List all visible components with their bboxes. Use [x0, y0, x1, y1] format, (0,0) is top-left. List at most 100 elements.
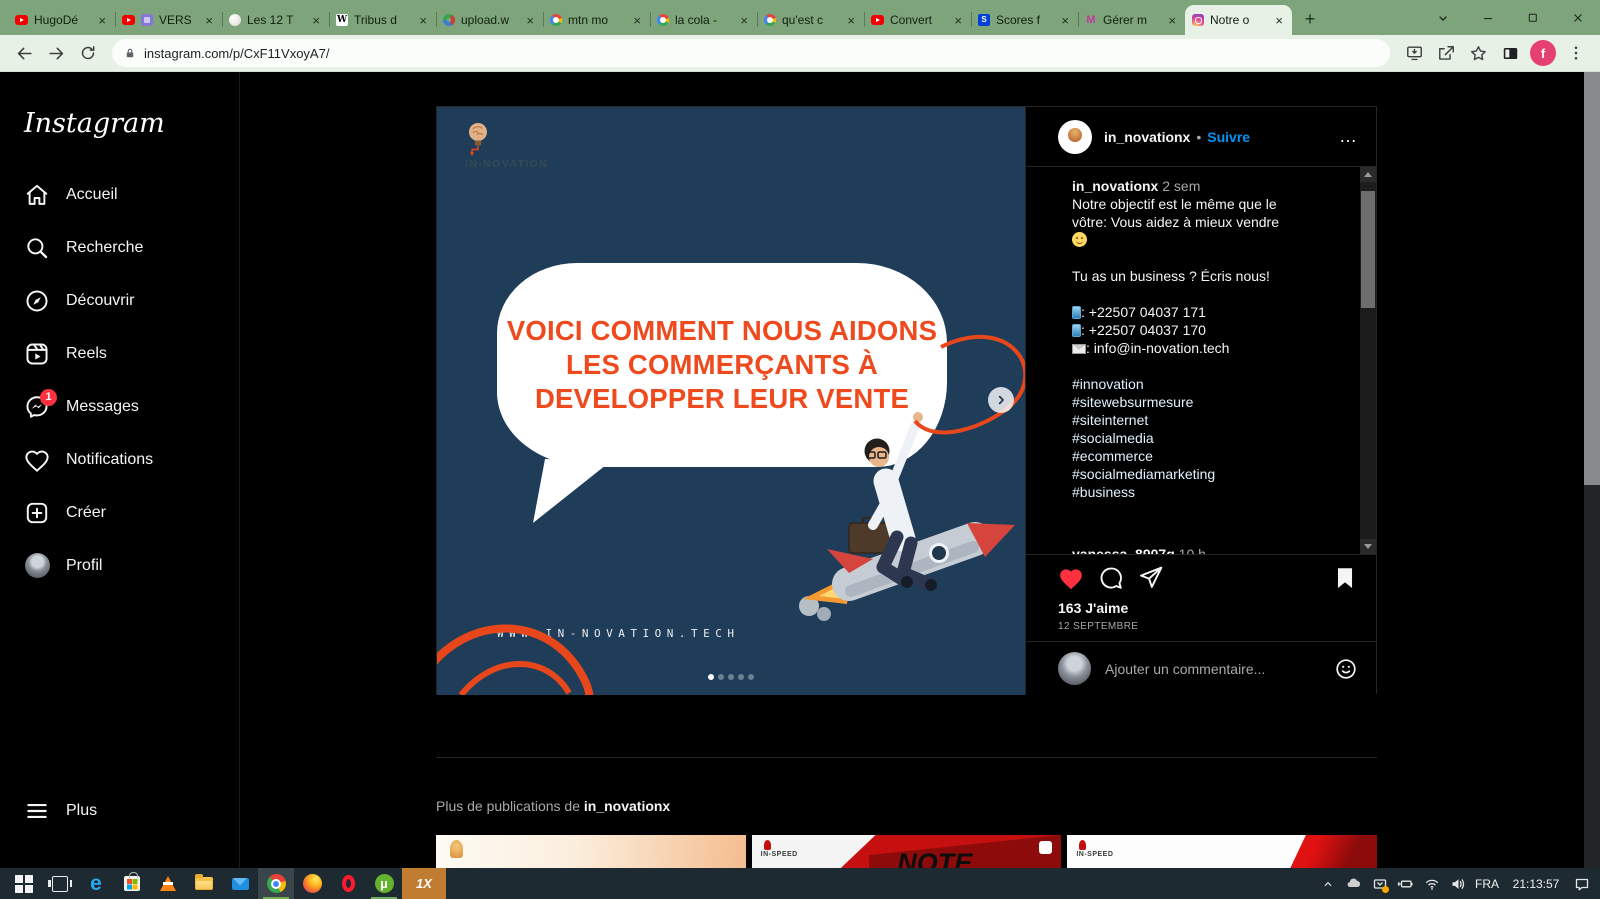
opera-taskbar-icon[interactable]	[330, 868, 366, 899]
sidebar-item-notifications[interactable]: Notifications	[0, 433, 240, 486]
hashtag-link[interactable]: #sitewebsurmesure	[1072, 393, 1296, 411]
tab-close-icon[interactable]: ×	[524, 13, 536, 28]
rotation-lock-icon[interactable]	[1371, 876, 1388, 892]
browser-tab[interactable]: upload.w×	[436, 5, 543, 35]
browser-tab[interactable]: Notre o×	[1185, 5, 1292, 35]
clock[interactable]: 21:13:57	[1508, 877, 1564, 891]
action-center-icon[interactable]	[1573, 876, 1590, 892]
install-icon[interactable]	[1398, 37, 1430, 69]
share-post-icon[interactable]	[1138, 565, 1164, 591]
browser-tab[interactable]: Convert×	[864, 5, 971, 35]
post-options-icon[interactable]: …	[1339, 126, 1358, 147]
carousel-dot[interactable]	[748, 674, 754, 680]
sidebar-item-accueil[interactable]: Accueil	[0, 168, 240, 221]
sidebar-item-profil[interactable]: Profil	[0, 539, 240, 592]
tab-close-icon[interactable]: ×	[1059, 13, 1071, 28]
tab-search-chevron-icon[interactable]	[1420, 0, 1465, 35]
volume-icon[interactable]	[1449, 876, 1466, 892]
tab-close-icon[interactable]: ×	[1273, 13, 1285, 28]
sidebar-item-plus[interactable]: Plus	[24, 798, 97, 824]
utorrent-taskbar-icon[interactable]: µ	[366, 868, 402, 899]
carousel-next-button[interactable]	[988, 387, 1014, 413]
tab-close-icon[interactable]: ×	[310, 13, 322, 28]
url-bar[interactable]: instagram.com/p/CxF11VxoyA7/	[112, 39, 1390, 67]
tab-close-icon[interactable]: ×	[952, 13, 964, 28]
sidebar-item-messages[interactable]: 1Messages	[0, 380, 240, 433]
tab-close-icon[interactable]: ×	[96, 13, 108, 28]
window-scrollbar-thumb[interactable]	[1584, 72, 1600, 485]
tab-close-icon[interactable]: ×	[1166, 13, 1178, 28]
more-post-thumbnail[interactable]: IN-SPEED	[1067, 835, 1377, 868]
follow-button[interactable]: Suivre	[1207, 129, 1250, 145]
more-posts-username[interactable]: in_novationx	[584, 798, 670, 814]
browser-tab[interactable]: mtn mo×	[543, 5, 650, 35]
tray-chevron-icon[interactable]	[1319, 876, 1336, 892]
carousel-dot[interactable]	[738, 674, 744, 680]
hashtag-link[interactable]: #socialmediamarketing	[1072, 465, 1296, 483]
browser-tab[interactable]: qu'est c×	[757, 5, 864, 35]
browser-tab[interactable]: MGérer m×	[1078, 5, 1185, 35]
scrollbar-thumb[interactable]	[1361, 191, 1375, 308]
scroll-up-icon[interactable]	[1360, 167, 1376, 182]
like-icon[interactable]	[1058, 565, 1084, 591]
minimize-button[interactable]	[1465, 0, 1510, 35]
hashtag-link[interactable]: #ecommerce	[1072, 447, 1296, 465]
browser-tab[interactable]: la cola -×	[650, 5, 757, 35]
post-author-username[interactable]: in_novationx	[1104, 129, 1190, 145]
firefox-taskbar-icon[interactable]	[294, 868, 330, 899]
hashtag-link[interactable]: #siteinternet	[1072, 411, 1296, 429]
wifi-icon[interactable]	[1423, 876, 1440, 892]
tab-close-icon[interactable]: ×	[631, 13, 643, 28]
post-author-avatar[interactable]	[1058, 120, 1092, 154]
tab-close-icon[interactable]: ×	[738, 13, 750, 28]
store-taskbar-icon[interactable]	[114, 868, 150, 899]
commenter-username[interactable]: vanessa_8907g	[1072, 546, 1175, 554]
sidebar-item-recherche[interactable]: Recherche	[0, 221, 240, 274]
vlc-taskbar-icon[interactable]	[150, 868, 186, 899]
carousel-dot[interactable]	[728, 674, 734, 680]
edge-taskbar-icon[interactable]: e	[78, 868, 114, 899]
browser-menu-icon[interactable]	[1560, 37, 1592, 69]
reload-button[interactable]	[72, 37, 104, 69]
tab-close-icon[interactable]: ×	[845, 13, 857, 28]
share-icon[interactable]	[1430, 37, 1462, 69]
side-panel-icon[interactable]	[1494, 37, 1526, 69]
chrome-taskbar-icon[interactable]	[258, 868, 294, 899]
comments-scrollbar[interactable]	[1360, 167, 1376, 554]
sidebar-item-créer[interactable]: Créer	[0, 486, 240, 539]
onedrive-icon[interactable]	[1345, 876, 1362, 892]
forward-button[interactable]	[40, 37, 72, 69]
hashtag-link[interactable]: #business	[1072, 483, 1296, 501]
sidebar-item-découvrir[interactable]: Découvrir	[0, 274, 240, 327]
instagram-logo[interactable]: Instagram	[24, 108, 165, 139]
comment-icon[interactable]	[1098, 565, 1124, 591]
hashtag-link[interactable]: #innovation	[1072, 375, 1296, 393]
onexbet-taskbar-icon[interactable]: 1X	[402, 868, 446, 899]
window-scrollbar[interactable]	[1584, 72, 1600, 868]
comment-composer[interactable]: Ajouter un commentaire...	[1026, 641, 1376, 695]
battery-icon[interactable]	[1397, 876, 1414, 892]
browser-profile-avatar[interactable]: f	[1530, 40, 1556, 66]
explorer-taskbar-icon[interactable]	[186, 868, 222, 899]
more-post-thumbnail[interactable]	[436, 835, 746, 868]
carousel-dot[interactable]	[708, 674, 714, 680]
like-count[interactable]: 163 J'aime	[1058, 600, 1358, 616]
tab-close-icon[interactable]: ×	[417, 13, 429, 28]
language-indicator[interactable]: FRA	[1475, 877, 1499, 891]
caption-username[interactable]: in_novationx	[1072, 178, 1158, 194]
tab-close-icon[interactable]: ×	[203, 13, 215, 28]
carousel-dot[interactable]	[718, 674, 724, 680]
more-post-thumbnail[interactable]: IN-SPEEDNOTE	[752, 835, 1062, 868]
new-tab-button[interactable]: +	[1296, 5, 1324, 33]
scroll-down-icon[interactable]	[1360, 539, 1376, 554]
browser-tab[interactable]: SScores f×	[971, 5, 1078, 35]
mail-taskbar-icon[interactable]	[222, 868, 258, 899]
comment-input[interactable]: Ajouter un commentaire...	[1105, 661, 1334, 677]
start-taskbar-icon[interactable]	[6, 868, 42, 899]
browser-tab[interactable]: WTribus d×	[329, 5, 436, 35]
back-button[interactable]	[8, 37, 40, 69]
browser-tab[interactable]: HugoDé×	[8, 5, 115, 35]
browser-tab[interactable]: Les 12 T×	[222, 5, 329, 35]
sidebar-item-reels[interactable]: Reels	[0, 327, 240, 380]
url-text[interactable]: instagram.com/p/CxF11VxoyA7/	[144, 46, 329, 61]
